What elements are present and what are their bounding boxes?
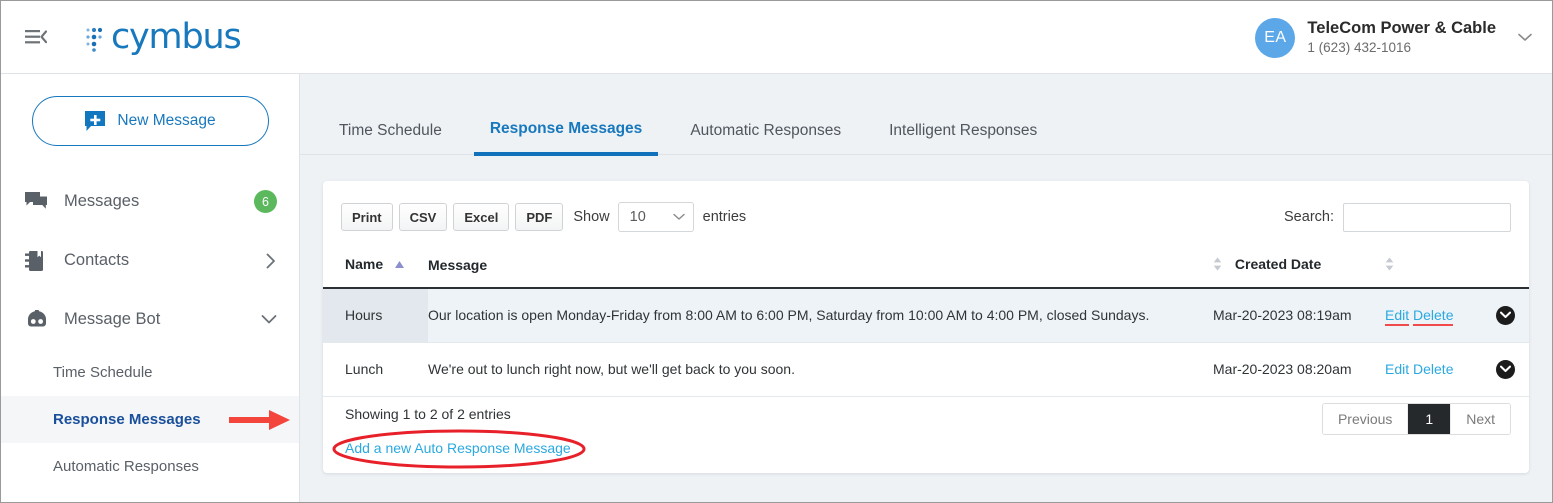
cell-message: Our location is open Monday-Friday from … <box>428 287 1213 343</box>
app-window: cymbus EA TeleCom Power & Cable 1 (623) … <box>0 0 1553 503</box>
response-messages-card: Print CSV Excel PDF Show 10 entries Sear… <box>323 181 1529 473</box>
sidebar-item-automatic-responses[interactable]: Automatic Responses <box>1 443 299 490</box>
pagination-next[interactable]: Next <box>1451 404 1510 434</box>
sidebar-subitem-label: Response Messages <box>53 411 201 428</box>
robot-icon <box>25 309 51 330</box>
delete-link[interactable]: Delete <box>1413 361 1453 377</box>
sort-ascending-icon <box>394 258 405 274</box>
excel-export-button[interactable]: Excel <box>453 203 510 231</box>
logo-dots-icon <box>86 27 103 52</box>
cell-message: We're out to lunch right now, but we'll … <box>428 342 1213 397</box>
chevron-down-icon[interactable] <box>1518 29 1532 47</box>
cell-expand <box>1481 287 1529 343</box>
search-area: Search: <box>1284 202 1511 232</box>
account-phone: 1 (623) 432-1016 <box>1307 40 1411 56</box>
new-message-label: New Message <box>117 112 216 129</box>
tab-bar: Time Schedule Response Messages Automati… <box>300 95 1552 156</box>
pagination: Previous 1 Next <box>1321 403 1511 435</box>
search-input[interactable] <box>1343 202 1511 232</box>
sidebar-item-response-messages[interactable]: Response Messages <box>1 396 299 443</box>
cell-actions: Edit Delete <box>1385 342 1481 397</box>
pagination-previous[interactable]: Previous <box>1322 404 1409 434</box>
sidebar-subitem-label: Time Schedule <box>53 364 153 381</box>
column-header-created-date[interactable]: Created Date <box>1213 244 1385 289</box>
edit-link[interactable]: Edit <box>1385 307 1410 327</box>
cell-created-date: Mar-20-2023 08:19am <box>1213 287 1385 343</box>
edit-link[interactable]: Edit <box>1385 361 1409 377</box>
cell-actions: Edit Delete <box>1385 287 1481 343</box>
contacts-book-icon <box>25 250 51 272</box>
messages-unread-badge: 6 <box>254 190 277 213</box>
sidebar-item-label: Contacts <box>64 251 130 269</box>
sidebar-collapse-icon[interactable] <box>21 22 51 52</box>
sidebar-item-message-bot[interactable]: Message Bot <box>1 290 299 349</box>
cell-name: Hours <box>323 287 428 343</box>
entries-label: entries <box>702 209 747 225</box>
messages-icon <box>25 192 51 211</box>
tab-time-schedule[interactable]: Time Schedule <box>323 122 458 154</box>
table-toolbar: Print CSV Excel PDF Show 10 entries Sear… <box>323 199 1529 235</box>
user-text: TeleCom Power & Cable 1 (623) 432-1016 <box>1307 18 1496 58</box>
avatar: EA <box>1255 17 1296 58</box>
add-response-area: Add a new Auto Response Message <box>332 429 586 469</box>
print-button[interactable]: Print <box>341 203 393 231</box>
new-message-button[interactable]: New Message <box>31 96 269 146</box>
cell-expand <box>1481 342 1529 397</box>
sidebar-nav: Messages 6 Contacts Message Bot Time Sch… <box>1 172 299 490</box>
tab-automatic-responses[interactable]: Automatic Responses <box>674 122 857 154</box>
column-header-expand <box>1481 244 1529 289</box>
delete-link[interactable]: Delete <box>1413 307 1454 327</box>
sort-both-icon <box>1385 257 1394 274</box>
logo-wordmark: cymbus <box>111 16 242 57</box>
search-label: Search: <box>1284 209 1334 225</box>
sidebar-subitem-label: Automatic Responses <box>53 458 199 475</box>
column-header-label: Name <box>345 256 384 273</box>
tab-response-messages[interactable]: Response Messages <box>473 120 659 156</box>
cell-created-date: Mar-20-2023 08:20am <box>1213 342 1385 397</box>
sidebar: New Message Messages 6 Contacts Message … <box>1 74 300 502</box>
sidebar-item-label: Messages <box>64 192 140 210</box>
table-row[interactable]: Lunch We're out to lunch right now, but … <box>323 342 1529 397</box>
sidebar-item-label: Message Bot <box>64 310 161 328</box>
sidebar-item-time-schedule[interactable]: Time Schedule <box>1 349 299 396</box>
chevron-down-circle-icon[interactable] <box>1495 305 1515 325</box>
column-header-name[interactable]: Name <box>323 244 428 289</box>
chevron-down-circle-icon[interactable] <box>1495 359 1515 379</box>
top-bar: cymbus EA TeleCom Power & Cable 1 (623) … <box>1 1 1552 74</box>
user-account-menu[interactable]: EA TeleCom Power & Cable 1 (623) 432-101… <box>1255 1 1538 74</box>
column-header-message[interactable]: Message <box>428 244 1213 289</box>
column-header-label: Created Date <box>1234 256 1322 272</box>
brand-logo[interactable]: cymbus <box>85 16 242 57</box>
table-row[interactable]: Hours Our location is open Monday-Friday… <box>323 287 1529 343</box>
sort-both-icon <box>1213 257 1222 274</box>
pdf-export-button[interactable]: PDF <box>515 203 564 231</box>
column-header-actions <box>1385 244 1481 289</box>
response-messages-table: Name Message Created Date Hours Our loca… <box>323 244 1529 397</box>
annotation-arrow-icon <box>229 409 290 430</box>
showing-entries-text: Showing 1 to 2 of 2 entries <box>345 406 511 422</box>
account-name: TeleCom Power & Cable <box>1307 18 1496 37</box>
new-message-icon <box>85 111 106 131</box>
main-content: Time Schedule Response Messages Automati… <box>300 74 1552 502</box>
cell-name: Lunch <box>323 342 428 397</box>
csv-export-button[interactable]: CSV <box>398 203 448 231</box>
tab-intelligent-responses[interactable]: Intelligent Responses <box>873 122 1053 154</box>
add-auto-response-link[interactable]: Add a new Auto Response Message <box>345 440 571 456</box>
column-header-label: Message <box>428 256 488 273</box>
table-header-row: Name Message Created Date <box>323 244 1529 289</box>
table-footer: Showing 1 to 2 of 2 entries Add a new Au… <box>323 393 1529 473</box>
page-length-select[interactable]: 10 <box>617 202 694 232</box>
chevron-down-icon[interactable] <box>261 314 277 325</box>
pagination-page-1[interactable]: 1 <box>1408 404 1452 434</box>
page-length-value: 10 <box>629 209 646 225</box>
sidebar-item-contacts[interactable]: Contacts <box>1 231 299 290</box>
chevron-right-icon[interactable] <box>265 253 277 269</box>
chevron-down-icon <box>672 209 685 225</box>
sidebar-item-messages[interactable]: Messages 6 <box>1 172 299 231</box>
show-entries-label: Show <box>573 209 610 225</box>
